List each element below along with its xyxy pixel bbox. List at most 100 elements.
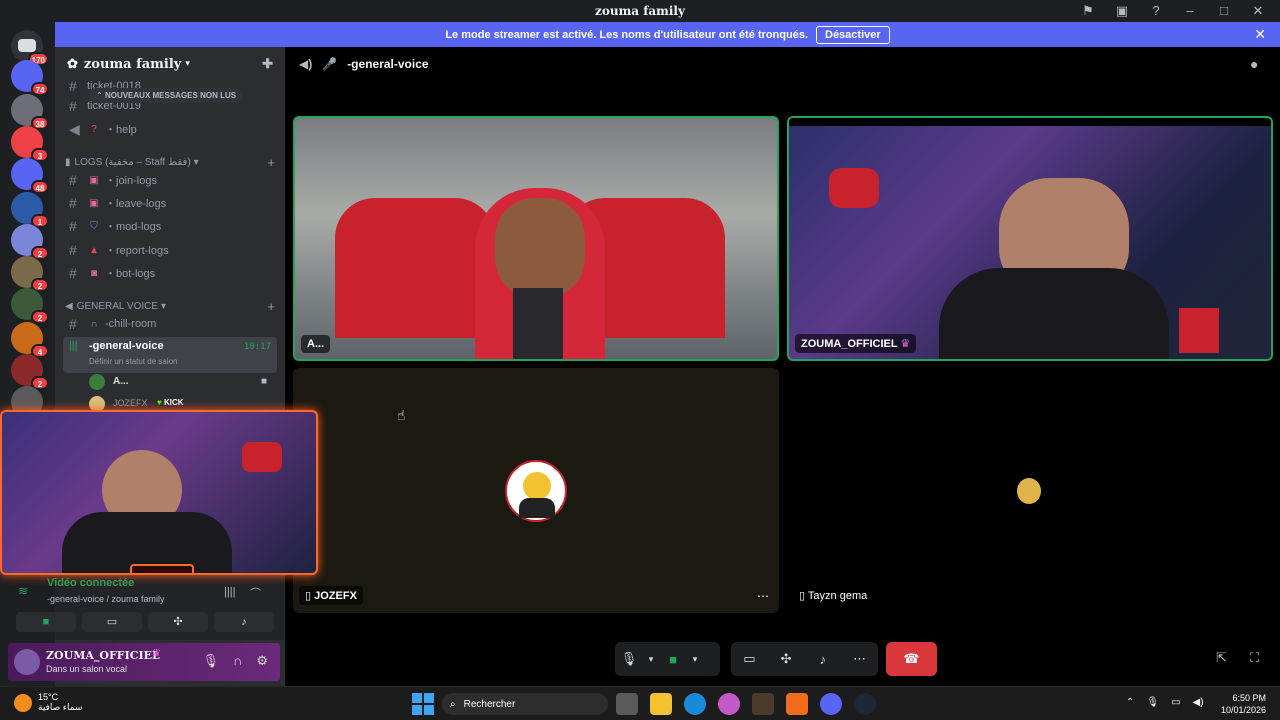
help-icon[interactable]: ? [1148,3,1164,19]
soundboard-button[interactable]: ♪ [214,612,274,632]
maximize-icon[interactable]: □ [1216,3,1232,19]
channel-status-label[interactable]: Définir un statut de salon [89,357,178,366]
category-logs[interactable]: ▮ LOGS (مخفية – Staff فقط) ▾ + [65,155,275,170]
activities-icon[interactable]: ✣ [772,651,800,667]
more-options-icon[interactable]: ⋯ [757,589,769,603]
stage-channel-name: -general-voice [347,57,429,71]
hash-icon: # [69,78,77,94]
video-tile[interactable]: ▯ Tayzn gema [787,368,1273,613]
file-explorer-icon[interactable] [650,693,672,715]
camera-button[interactable]: ■ [16,612,76,632]
server-icon[interactable]: 2 [11,288,49,324]
fullscreen-icon[interactable]: ⛶ [1250,650,1259,666]
disable-streamer-button[interactable]: Désactiver [816,25,890,44]
noise-suppression-icon[interactable]: |||| [224,586,235,598]
video-feed [939,268,1169,359]
server-icon[interactable]: 2 [11,224,49,260]
channel-name: ・mod-logs [105,221,162,233]
minimize-icon[interactable]: – [1182,3,1198,19]
windows-start-icon[interactable] [412,693,434,715]
headphones-icon[interactable]: ∩ [233,653,242,669]
channel-report-logs[interactable]: # ▲ ・report-logs [63,239,277,261]
mobile-icon: ▯ [305,590,312,602]
task-view-icon[interactable] [616,693,638,715]
video-tile[interactable]: A... [293,116,779,361]
signal-icon[interactable]: ≋ [18,584,28,598]
picture-in-picture[interactable] [0,410,318,575]
video-tile[interactable]: ZOUMA_OFFICIEL ♛ [787,116,1273,361]
user-name[interactable]: ZOUMA_OFFICIEL [46,649,160,662]
microphone-icon[interactable]: 🎙 [615,651,643,667]
server-icon[interactable]: 38 [11,94,49,130]
camera-icon[interactable]: ■ [659,652,687,667]
chevron-down-icon[interactable]: ▾ [643,654,659,665]
channel-leave-logs[interactable]: # ▣ ・leave-logs [63,192,277,214]
screen-icon[interactable]: ▣ [1114,3,1130,19]
channel-chill-room[interactable]: # ∩ -chill-room [63,313,277,335]
home-button[interactable]: 170 [11,30,49,66]
video-tile[interactable]: ▯ JOZEFX ⋯ [293,368,779,613]
window-titlebar: zouma family ⚑ ▣ ? – □ ✕ [0,0,1280,22]
tile-label-text: Tayzn gema [807,590,868,602]
app-icon[interactable] [752,693,774,715]
chevron-up-icon[interactable]: ⌃ [1126,697,1134,708]
inbox-icon: ▣ [89,174,99,186]
guild-name: zouma family [83,56,182,72]
close-window-icon[interactable]: ✕ [1250,3,1266,19]
volume-icon[interactable]: ◀) [1193,697,1204,708]
channel-bot-logs[interactable]: # ◙ ・bot-logs [63,262,277,284]
server-icon[interactable]: 4 [11,322,49,358]
microphone-icon[interactable]: 🎙 [1146,697,1159,708]
server-icon[interactable]: 2 [11,256,49,292]
server-icon[interactable]: 48 [11,158,49,194]
server-icon[interactable]: 1 [11,192,49,228]
taskbar-clock[interactable]: 6:50 PM 10/01/2026 [1221,692,1266,716]
chat-bubble-icon[interactable]: ● [1250,56,1258,72]
alarm-icon: ▲ [89,244,99,256]
temperature: 15°C [38,692,59,702]
steam-icon[interactable] [854,693,876,715]
disconnect-icon[interactable]: ⌒ [250,585,261,601]
close-banner-icon[interactable]: ✕ [1254,26,1266,43]
crown-icon: ♛ [900,338,911,350]
add-channel-icon[interactable]: + [267,155,275,170]
user-status: Dans un salon vocal [46,664,128,674]
app-icon[interactable] [786,693,808,715]
server-icon[interactable]: 2 [11,354,49,390]
more-options-icon[interactable]: ⋯ [846,651,874,667]
voice-channel-path[interactable]: -general-voice / zouma family [47,594,165,604]
voice-user-row[interactable]: A... ■ [89,374,269,392]
voice-connected-label: Vidéo connectée [47,577,135,589]
screen-share-button[interactable]: ▭ [82,612,142,632]
settings-gear-icon[interactable]: ⚙ [256,653,268,669]
network-icon[interactable]: ▭ [1171,697,1180,708]
avatar [505,460,567,522]
server-icon[interactable]: 3 [11,126,49,162]
channel-mod-logs[interactable]: # ⛉ ・mod-logs [63,215,277,237]
category-general-voice[interactable]: ◀ GENERAL VOICE ▾ + [65,299,275,314]
channel-help[interactable]: ◀? ・help [63,118,277,140]
channel-join-logs[interactable]: # ▣ ・join-logs [63,169,277,191]
screen-share-icon[interactable]: ▭ [735,651,763,667]
channel-general-voice[interactable]: ||| -general-voice 10:17 Définir un stat… [63,337,277,373]
chevron-down-icon[interactable]: ▾ [687,654,703,665]
user-panel: ZOUMA_OFFICIEL ♛ Dans un salon vocal 🎙 ∩… [8,643,280,681]
server-icon[interactable]: 74 [11,60,49,96]
soundboard-icon[interactable]: ♪ [809,652,837,667]
badge: 2 [31,310,49,324]
add-member-icon[interactable]: ✚ [262,57,273,72]
unread-messages-pill[interactable]: ⌃ NOUVEAUX MESSAGES NON LUS [89,88,244,103]
flag-icon[interactable]: ⚑ [1080,3,1096,19]
popout-icon[interactable]: ⇱ [1216,650,1227,666]
activities-button[interactable]: ✣ [148,612,208,632]
copilot-icon[interactable] [718,693,740,715]
weather-widget[interactable]: 15°C سماء صافية [14,692,82,713]
taskbar-search[interactable]: ⌕ Rechercher [442,693,608,715]
video-feed [495,198,585,298]
discord-taskbar-icon[interactable] [820,693,842,715]
microphone-icon[interactable]: 🎙 [202,653,219,669]
disconnect-call-button[interactable]: ☎ [886,642,937,676]
add-channel-icon[interactable]: + [267,299,275,314]
edge-browser-icon[interactable] [684,693,706,715]
avatar[interactable] [14,649,40,675]
